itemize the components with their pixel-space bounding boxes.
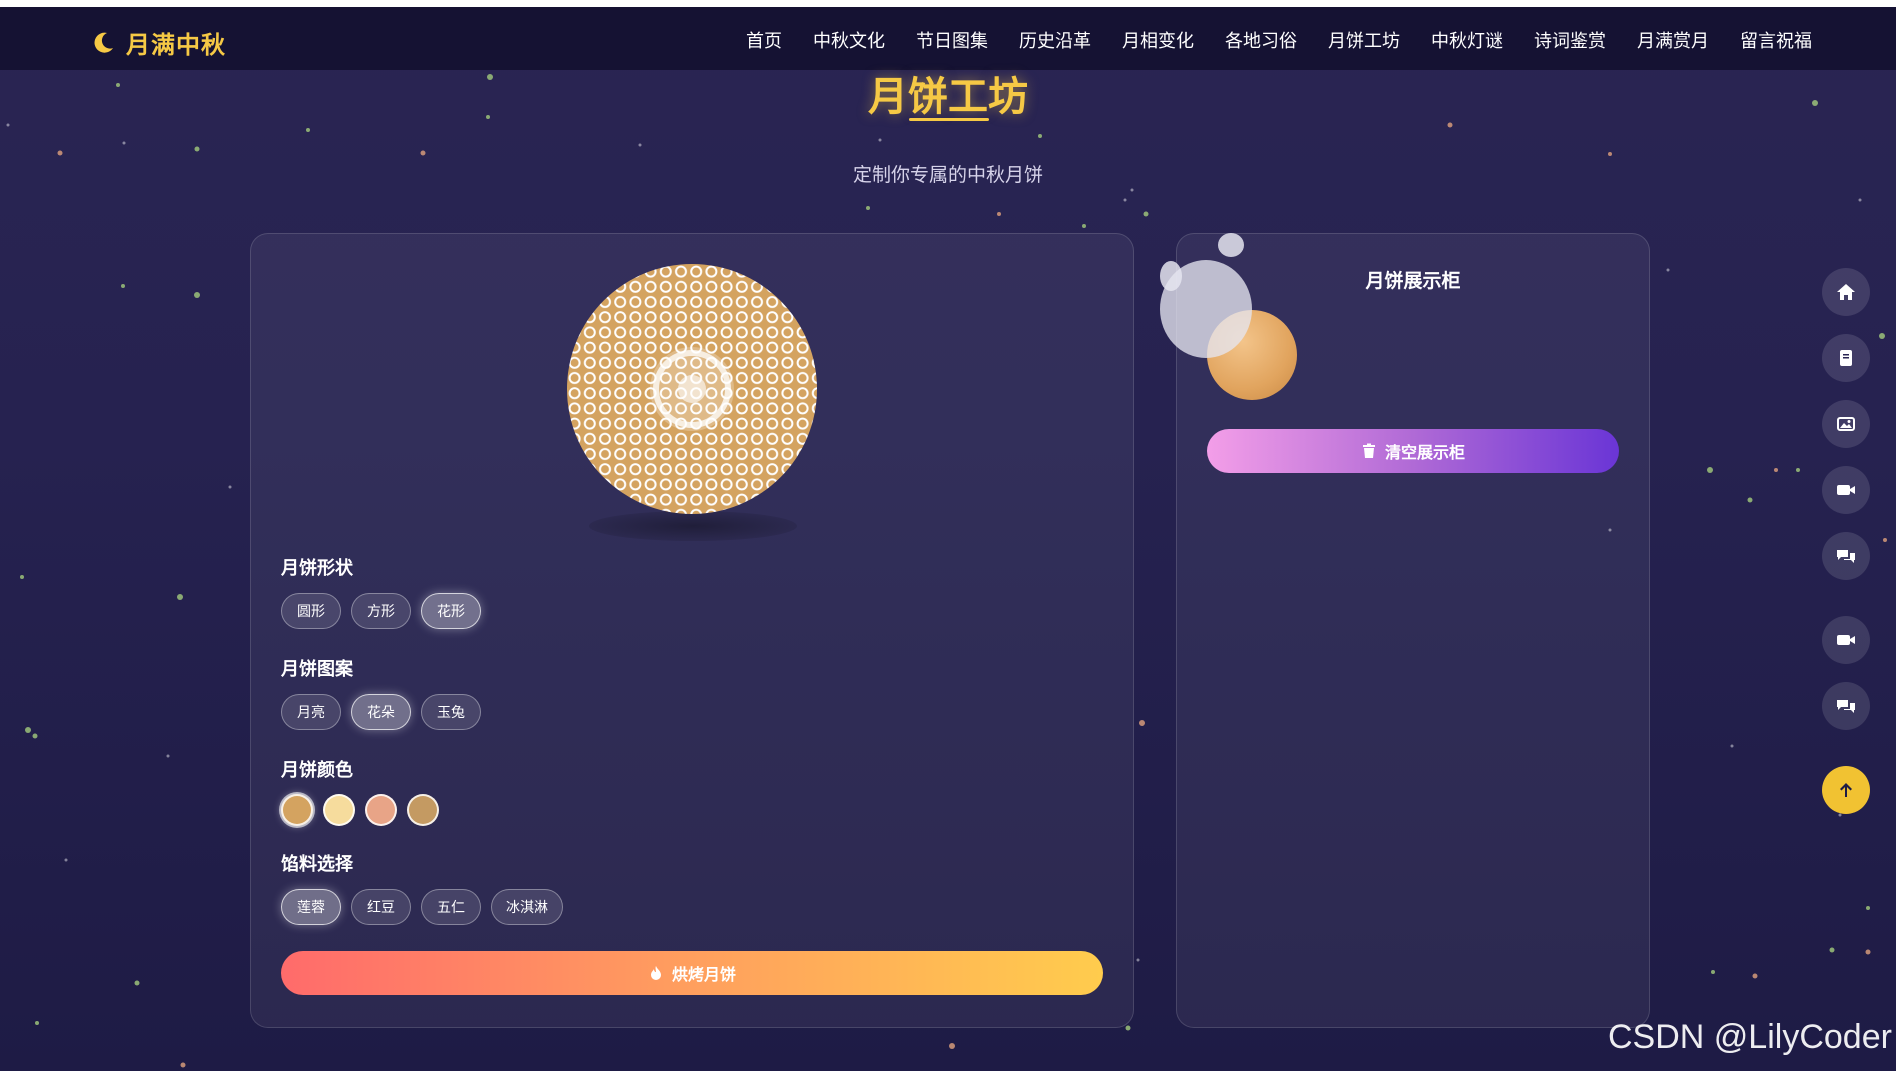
home-icon xyxy=(1837,284,1855,300)
pattern-label: 月饼图案 xyxy=(281,659,353,680)
video-icon xyxy=(1837,635,1855,645)
dock-home-button[interactable] xyxy=(1822,268,1870,316)
filling-option-lotus[interactable]: 莲蓉 xyxy=(281,889,341,925)
mooncake-preview xyxy=(567,264,817,514)
color-swatch-3[interactable] xyxy=(365,794,397,826)
color-swatch-1[interactable] xyxy=(281,794,313,826)
mooncake-showcase-panel: 月饼展示柜 清空展示柜 xyxy=(1176,233,1650,1028)
nav-link-home[interactable]: 首页 xyxy=(746,27,782,53)
browser-top-strip xyxy=(0,0,1896,7)
floating-bubble xyxy=(1218,233,1244,257)
nav-link-lantern-riddles[interactable]: 中秋灯谜 xyxy=(1431,27,1503,53)
mooncake-preview-shadow xyxy=(589,511,797,541)
section-title: 月饼工坊 xyxy=(868,74,1028,120)
video-icon xyxy=(1837,485,1855,495)
dock-video-button-2[interactable] xyxy=(1822,616,1870,664)
images-icon xyxy=(1837,417,1855,431)
nav-link-history[interactable]: 历史沿革 xyxy=(1019,27,1091,53)
nav-link-customs[interactable]: 各地习俗 xyxy=(1225,27,1297,53)
clear-button-label: 清空展示柜 xyxy=(1384,443,1465,462)
top-navbar: 月满中秋 首页 中秋文化 节日图集 历史沿革 月相变化 各地习俗 月饼工坊 中秋… xyxy=(0,7,1896,70)
section-subtitle: 定制你专属的中秋月饼 xyxy=(852,164,1043,186)
pattern-option-flower[interactable]: 花朵 xyxy=(351,694,411,730)
nav-link-moon-viewing[interactable]: 月满赏月 xyxy=(1637,27,1709,53)
title-underline xyxy=(909,118,989,121)
clear-showcase-button[interactable]: 清空展示柜 xyxy=(1207,429,1619,473)
dock-comments-button-2[interactable] xyxy=(1822,682,1870,730)
dock-gallery-button[interactable] xyxy=(1822,400,1870,448)
nav-link-mooncake-workshop[interactable]: 月饼工坊 xyxy=(1328,27,1400,53)
nav-link-culture[interactable]: 中秋文化 xyxy=(813,27,885,53)
floating-bubble xyxy=(1160,260,1252,358)
color-swatch-2[interactable] xyxy=(323,794,355,826)
bake-button[interactable]: 烘烤月饼 xyxy=(281,951,1103,995)
brand-name: 月满中秋 xyxy=(126,31,226,59)
bake-button-label: 烘烤月饼 xyxy=(671,965,736,984)
pattern-option-rabbit[interactable]: 玉兔 xyxy=(421,694,481,730)
shape-label: 月饼形状 xyxy=(281,558,353,579)
dock-comments-button[interactable] xyxy=(1822,532,1870,580)
nav-link-moon-phases[interactable]: 月相变化 xyxy=(1122,27,1194,53)
arrow-up-icon xyxy=(1840,783,1852,797)
fire-icon xyxy=(650,966,661,980)
shape-options: 圆形 方形 花形 xyxy=(281,593,481,629)
trash-icon xyxy=(1362,443,1375,458)
filling-option-red-bean[interactable]: 红豆 xyxy=(351,889,411,925)
flower-pattern-icon xyxy=(650,347,734,431)
book-icon xyxy=(1840,350,1852,366)
mooncake-workshop-panel: 月饼形状 圆形 方形 花形 月饼图案 月亮 花朵 玉兔 月饼颜色 馅料选择 莲蓉… xyxy=(250,233,1134,1028)
shape-option-round[interactable]: 圆形 xyxy=(281,593,341,629)
nav-menu: 首页 中秋文化 节日图集 历史沿革 月相变化 各地习俗 月饼工坊 中秋灯谜 诗词… xyxy=(715,27,1812,53)
nav-link-wishes[interactable]: 留言祝福 xyxy=(1740,27,1812,53)
watermark: CSDN @LilyCoder xyxy=(1608,1018,1892,1056)
moon-icon xyxy=(94,32,113,53)
nav-link-gallery[interactable]: 节日图集 xyxy=(916,27,988,53)
dock-culture-button[interactable] xyxy=(1822,334,1870,382)
filling-options: 莲蓉 红豆 五仁 冰淇淋 xyxy=(281,889,563,925)
dock-video-button[interactable] xyxy=(1822,466,1870,514)
filling-label: 馅料选择 xyxy=(281,854,353,875)
comments-icon xyxy=(1837,550,1855,563)
shape-option-square[interactable]: 方形 xyxy=(351,593,411,629)
color-label: 月饼颜色 xyxy=(281,760,353,781)
brand-logo[interactable]: 月满中秋 xyxy=(90,25,226,60)
shape-option-flower[interactable]: 花形 xyxy=(421,593,481,629)
nav-link-poetry[interactable]: 诗词鉴赏 xyxy=(1534,27,1606,53)
color-swatch-4[interactable] xyxy=(407,794,439,826)
pattern-options: 月亮 花朵 玉兔 xyxy=(281,694,481,730)
filling-option-five-nuts[interactable]: 五仁 xyxy=(421,889,481,925)
color-swatches xyxy=(281,794,439,826)
pattern-option-moon[interactable]: 月亮 xyxy=(281,694,341,730)
filling-option-ice-cream[interactable]: 冰淇淋 xyxy=(491,889,563,925)
back-to-top-button[interactable] xyxy=(1822,766,1870,814)
comments-icon xyxy=(1837,700,1855,713)
